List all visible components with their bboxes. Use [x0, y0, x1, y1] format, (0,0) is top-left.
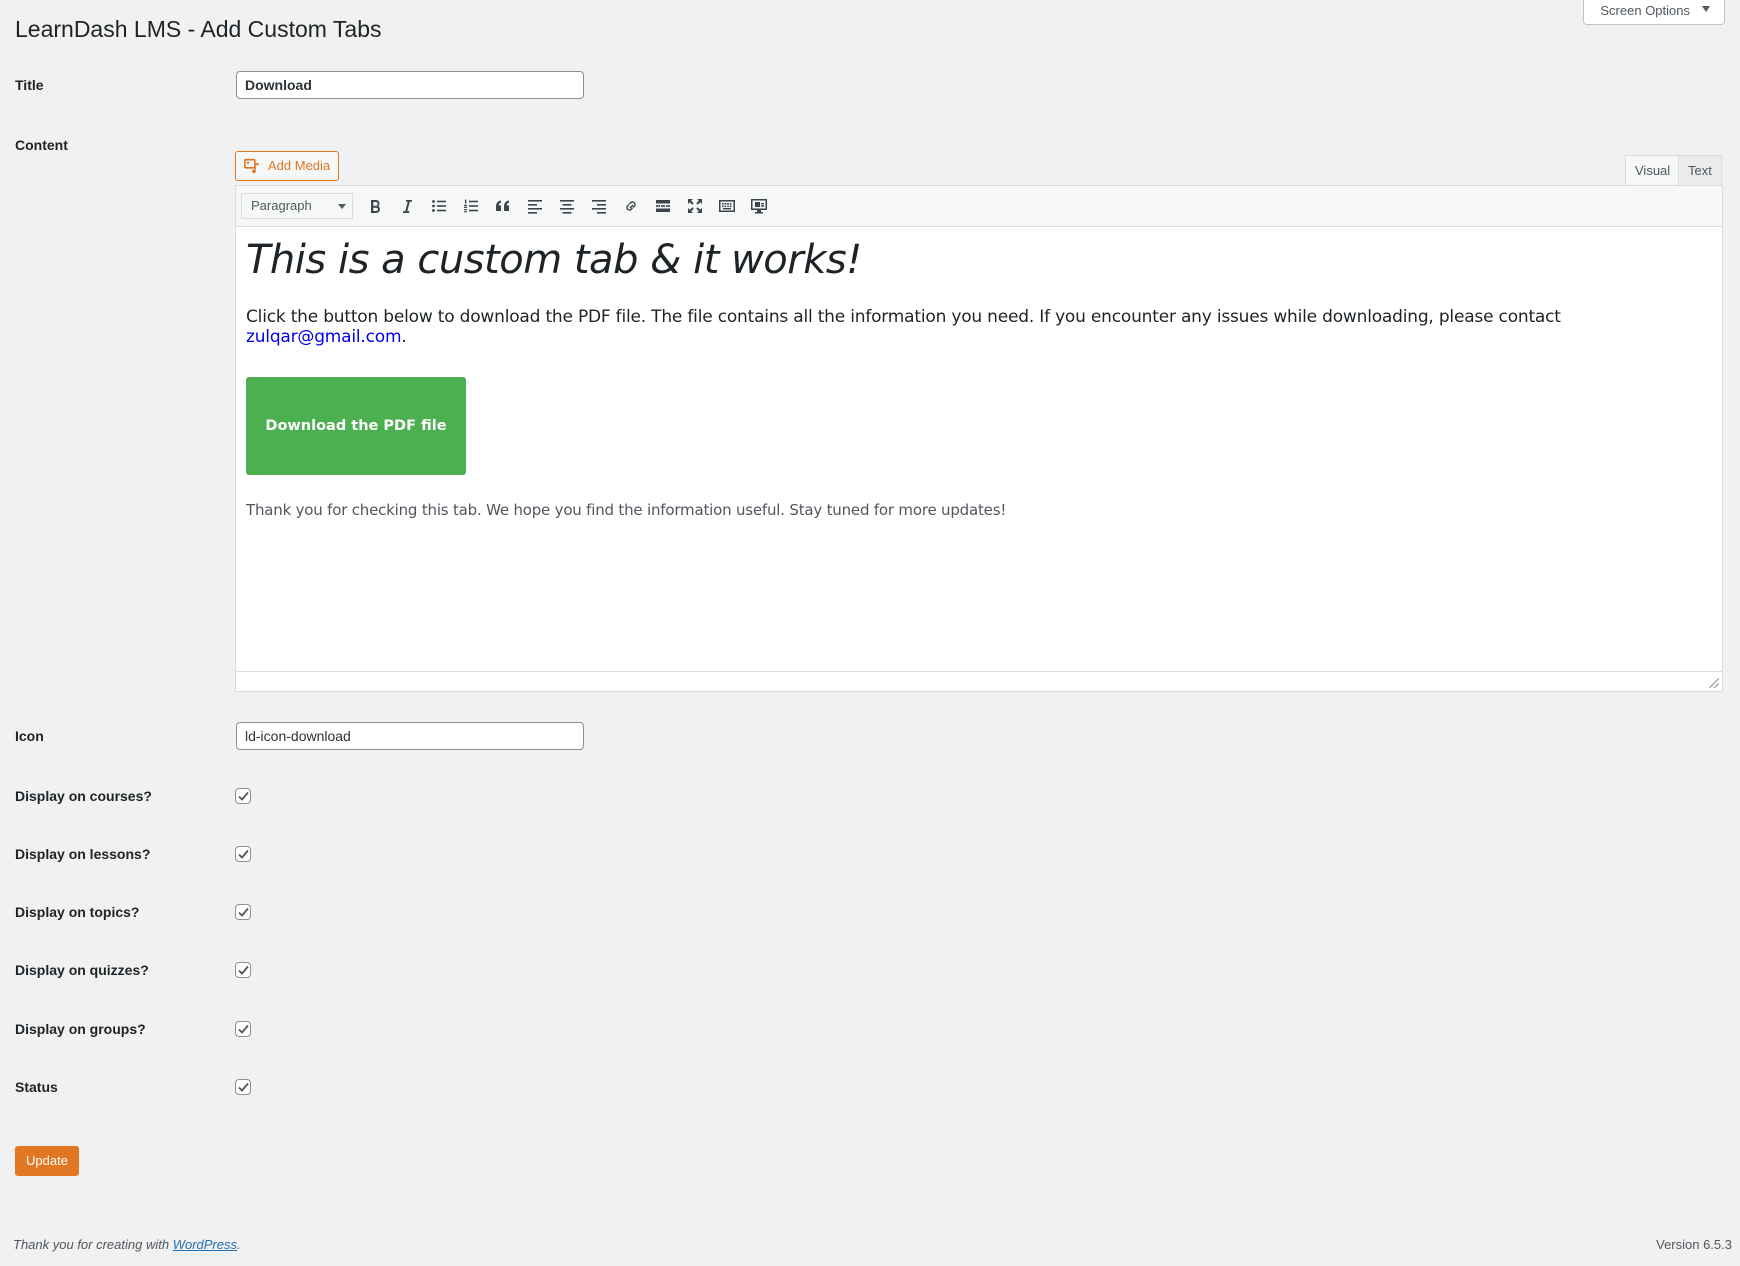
bold-button[interactable]: [359, 191, 391, 221]
footer-credit: Thank you for creating with WordPress.: [13, 1237, 241, 1252]
numbered-list-button[interactable]: [455, 191, 487, 221]
editor-body[interactable]: This is a custom tab & it works! Click t…: [236, 227, 1722, 671]
content-label: Content: [15, 137, 68, 153]
checkmark-icon: [238, 849, 249, 859]
preview-icon: [751, 199, 767, 214]
italic-button[interactable]: [391, 191, 423, 221]
fullscreen-icon: [688, 199, 702, 213]
checkmark-icon: [238, 1024, 249, 1034]
blockquote-button[interactable]: [487, 191, 519, 221]
checkmark-icon: [238, 1082, 249, 1092]
toolbar-toggle-button[interactable]: [711, 191, 743, 221]
email-link[interactable]: zulqar@gmail.com: [246, 327, 402, 347]
read-more-button[interactable]: [647, 191, 679, 221]
title-input[interactable]: [236, 71, 584, 99]
editor-toolbar: Paragraph: [236, 186, 1722, 227]
add-media-label: Add Media: [268, 158, 331, 173]
italic-icon: [403, 200, 412, 213]
link-icon: [626, 201, 636, 211]
content-paragraph-text: Click the button below to download the P…: [246, 307, 1561, 327]
title-label: Title: [15, 77, 44, 93]
bulleted-list-button[interactable]: [423, 191, 455, 221]
wordpress-link[interactable]: WordPress: [173, 1237, 237, 1252]
download-pdf-button[interactable]: Download the PDF file: [246, 377, 466, 475]
link-button[interactable]: [615, 191, 647, 221]
toolbar-toggle-icon: [719, 200, 735, 212]
status-label: Status: [15, 1079, 58, 1095]
display-lessons-label: Display on lessons?: [15, 846, 151, 862]
bold-icon: [371, 200, 380, 213]
icon-label: Icon: [15, 728, 44, 744]
read-more-icon: [656, 200, 670, 212]
thanks-paragraph: Thank you for checking this tab. We hope…: [246, 501, 1007, 519]
tab-visual[interactable]: Visual: [1625, 155, 1681, 185]
checkmark-icon: [238, 965, 249, 975]
content-paragraph: Click the button below to download the P…: [246, 307, 1712, 347]
footer-credit-text: Thank you for creating with: [13, 1237, 173, 1252]
screen-options-button[interactable]: Screen Options: [1583, 0, 1725, 25]
content-paragraph-end: .: [401, 327, 407, 347]
format-select[interactable]: Paragraph: [241, 193, 353, 219]
version-text: Version 6.5.3: [1656, 1237, 1732, 1252]
update-button[interactable]: Update: [15, 1146, 79, 1176]
screen-options-label: Screen Options: [1600, 3, 1690, 18]
add-media-icon: [244, 158, 259, 174]
page-title: LearnDash LMS - Add Custom Tabs: [15, 16, 382, 42]
align-center-icon: [560, 200, 574, 214]
align-left-button[interactable]: [519, 191, 551, 221]
numbered-list-icon: [464, 199, 478, 213]
display-topics-checkbox[interactable]: [235, 904, 251, 920]
status-checkbox[interactable]: [235, 1079, 251, 1095]
content-editor: Paragraph This is a custom tab & it work…: [235, 185, 1723, 692]
preview-button[interactable]: [743, 191, 775, 221]
caret-down-icon: [1702, 6, 1710, 12]
display-quizzes-checkbox[interactable]: [235, 962, 251, 978]
footer-credit-end: .: [237, 1237, 241, 1252]
align-right-button[interactable]: [583, 191, 615, 221]
bulleted-list-icon: [432, 200, 446, 212]
align-left-icon: [528, 200, 542, 214]
align-center-button[interactable]: [551, 191, 583, 221]
add-media-button[interactable]: Add Media: [235, 151, 340, 181]
checkmark-icon: [238, 791, 249, 801]
align-right-icon: [592, 200, 606, 214]
display-courses-label: Display on courses?: [15, 788, 152, 804]
display-groups-checkbox[interactable]: [235, 1021, 251, 1037]
content-heading: This is a custom tab & it works!: [246, 237, 862, 283]
resize-handle-icon[interactable]: [1709, 678, 1719, 688]
display-courses-checkbox[interactable]: [235, 788, 251, 804]
display-lessons-checkbox[interactable]: [235, 846, 251, 862]
icon-input[interactable]: [236, 722, 584, 750]
checkmark-icon: [238, 907, 249, 917]
format-select-value: Paragraph: [251, 198, 312, 213]
editor-status-bar: [236, 671, 1722, 691]
display-topics-label: Display on topics?: [15, 904, 140, 920]
blockquote-icon: [496, 200, 509, 211]
tab-text[interactable]: Text: [1678, 155, 1722, 185]
display-quizzes-label: Display on quizzes?: [15, 962, 149, 978]
chevron-down-icon: [338, 204, 346, 209]
fullscreen-button[interactable]: [679, 191, 711, 221]
display-groups-label: Display on groups?: [15, 1021, 146, 1037]
